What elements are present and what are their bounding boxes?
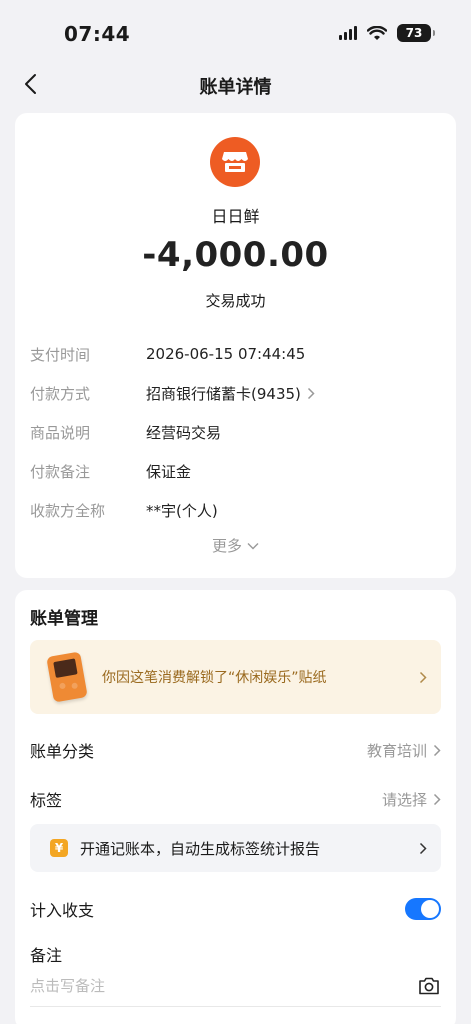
ledger-banner[interactable]: ¥ 开通记账本，自动生成标签统计报告	[30, 824, 441, 872]
tag-value-text: 请选择	[381, 790, 427, 809]
include-label: 计入收支	[30, 901, 95, 920]
chevron-right-icon	[419, 842, 427, 854]
merchant-name: 日日鲜	[211, 207, 260, 226]
chevron-right-icon	[307, 387, 315, 399]
detail-value: 保证金	[146, 462, 192, 481]
sticker-text: 你因这笔消费解锁了“休闲娱乐”贴纸	[102, 670, 327, 686]
detail-row-payment-method[interactable]: 付款方式 招商银行储蓄卡(9435)	[30, 381, 441, 405]
detail-value: 2026-06-15 07:44:45	[146, 345, 306, 363]
include-toggle[interactable]	[405, 898, 441, 920]
cellular-signal-icon	[339, 26, 357, 40]
divider	[30, 1006, 441, 1007]
transaction-amount: -4,000.00	[142, 235, 329, 275]
detail-row-payment-note: 付款备注 保证金	[30, 459, 441, 483]
detail-value: **宇(个人)	[146, 501, 218, 520]
tag-label: 标签	[30, 791, 63, 810]
payment-method-value: 招商银行储蓄卡(9435)	[146, 384, 301, 403]
detail-row-description: 商品说明 经营码交易	[30, 420, 441, 444]
chevron-right-icon	[433, 793, 441, 805]
wifi-icon	[367, 25, 387, 40]
camera-icon[interactable]	[417, 974, 441, 998]
storefront-icon	[222, 152, 248, 172]
category-row[interactable]: 账单分类 教育培训	[30, 737, 441, 763]
game-console-sticker-icon	[46, 651, 88, 703]
battery-level: 73	[405, 26, 423, 40]
note-input[interactable]	[30, 974, 406, 998]
note-label: 备注	[30, 946, 63, 965]
detail-label: 支付时间	[30, 345, 91, 364]
transaction-status: 交易成功	[205, 292, 266, 310]
detail-value[interactable]: 招商银行储蓄卡(9435)	[146, 383, 315, 404]
battery-icon: 73	[397, 24, 435, 42]
status-time: 07:44	[64, 22, 131, 46]
status-bar: 07:44 73	[0, 0, 471, 62]
detail-label: 收款方全称	[30, 501, 106, 520]
detail-label: 商品说明	[30, 423, 91, 442]
ledger-banner-text: 开通记账本，自动生成标签统计报告	[80, 839, 321, 858]
yen-coin-icon: ¥	[50, 839, 68, 857]
detail-label: 付款方式	[30, 384, 91, 403]
page-title: 账单详情	[199, 77, 272, 98]
detail-row-payee: 收款方全称 **宇(个人)	[30, 498, 441, 522]
chevron-down-icon	[247, 542, 259, 549]
transaction-card: 日日鲜 -4,000.00 交易成功 支付时间 2026-06-15 07:44…	[15, 113, 456, 578]
nav-bar: 账单详情	[0, 62, 471, 106]
category-label: 账单分类	[30, 742, 95, 761]
detail-row-time: 支付时间 2026-06-15 07:44:45	[30, 342, 441, 366]
tag-row[interactable]: 标签 请选择	[30, 786, 441, 812]
detail-label: 付款备注	[30, 462, 91, 481]
category-value-text: 教育培训	[366, 741, 427, 760]
detail-value: 经营码交易	[146, 423, 222, 442]
chevron-right-icon	[433, 744, 441, 756]
merchant-logo	[210, 137, 260, 187]
more-button[interactable]: 更多	[15, 535, 456, 556]
include-row: 计入收支	[30, 896, 441, 922]
tag-value[interactable]: 请选择	[382, 789, 441, 810]
status-icons: 73	[339, 24, 435, 42]
chevron-right-icon	[419, 671, 427, 683]
section-title: 账单管理	[30, 609, 98, 629]
category-value[interactable]: 教育培训	[367, 740, 441, 761]
sticker-banner[interactable]: 你因这笔消费解锁了“休闲娱乐”贴纸	[30, 640, 441, 714]
more-label: 更多	[211, 537, 242, 555]
bill-management-card: 账单管理 你因这笔消费解锁了“休闲娱乐”贴纸 账单分类 教育培训 标签 请选择 …	[15, 590, 456, 1024]
